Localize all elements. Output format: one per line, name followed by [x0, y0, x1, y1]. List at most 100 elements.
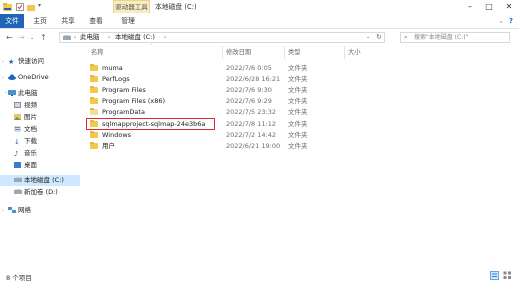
search-icon: ⌕: [404, 33, 408, 41]
nav-label: 音乐: [24, 149, 37, 157]
status-bar: 8 个项目: [0, 270, 519, 285]
search-input[interactable]: ⌕ 搜索"本地磁盘 (C:)": [400, 32, 510, 43]
file-date: 2022/7/5 23:32: [226, 108, 276, 116]
tab-file[interactable]: 文件: [0, 14, 24, 28]
column-header-date[interactable]: 修改日期: [226, 48, 251, 58]
tab-view[interactable]: 查看: [86, 14, 106, 28]
file-name: muma: [102, 64, 123, 72]
file-date: 2022/7/6 9:30: [226, 86, 272, 94]
address-row: ← → ⌄ ↑ › 此电脑 › 本地磁盘 (C:) › ⌄ ↻ ⌕ 搜索"本地磁…: [0, 29, 519, 45]
tab-home[interactable]: 主页: [30, 14, 50, 28]
folder-icon: [90, 74, 98, 82]
new-folder-icon[interactable]: [27, 3, 35, 11]
table-row[interactable]: Program Files 2022/7/6 9:30 文件夹: [88, 85, 388, 95]
nav-downloads[interactable]: ↓ 下载: [14, 136, 37, 147]
nav-label: 网络: [18, 206, 31, 214]
file-type: 文件夹: [288, 120, 308, 128]
breadcrumb-local-disk[interactable]: 本地磁盘 (C:): [115, 33, 155, 42]
file-name: Program Files (x86): [102, 97, 166, 105]
up-icon[interactable]: ↑: [40, 33, 47, 42]
address-bar[interactable]: › 此电脑 › 本地磁盘 (C:) › ⌄ ↻: [59, 32, 385, 43]
table-row[interactable]: 用户 2022/6/21 19:00 文件夹: [88, 141, 388, 151]
breadcrumb-chevron-icon[interactable]: ›: [74, 33, 76, 42]
nav-documents[interactable]: 文档: [14, 124, 37, 135]
file-type: 文件夹: [288, 64, 308, 72]
nav-pictures[interactable]: 图片: [14, 112, 37, 123]
help-icon[interactable]: ?: [507, 14, 515, 28]
table-row[interactable]: Windows 2022/7/2 14:42 文件夹: [88, 130, 388, 140]
file-name: PerfLogs: [102, 75, 130, 83]
documents-icon: [14, 125, 21, 132]
folder-icon: [90, 130, 98, 138]
nav-videos[interactable]: 视频: [14, 100, 37, 111]
item-count: 8 个项目: [6, 274, 32, 282]
nav-label: 视频: [24, 101, 37, 109]
cloud-icon: [8, 73, 16, 80]
column-header-name[interactable]: 名称: [91, 48, 104, 58]
nav-onedrive[interactable]: › OneDrive: [2, 72, 49, 83]
download-icon: ↓: [14, 138, 20, 146]
large-icons-view-icon[interactable]: [503, 271, 512, 282]
file-type: 文件夹: [288, 97, 308, 105]
table-row[interactable]: muma 2022/7/6 0:05 文件夹: [88, 63, 388, 73]
file-name: ProgramData: [102, 108, 145, 116]
search-placeholder: 搜索"本地磁盘 (C:)": [414, 34, 469, 41]
folder-icon: [90, 63, 98, 71]
file-date: 2022/6/28 16:21: [226, 75, 281, 83]
nav-local-disk-c[interactable]: 本地磁盘 (C:): [14, 175, 64, 186]
file-type: 文件夹: [288, 131, 308, 139]
video-icon: [14, 101, 21, 108]
tab-manage[interactable]: 管理: [118, 14, 138, 28]
minimize-button[interactable]: –: [461, 0, 479, 14]
column-header-type[interactable]: 类型: [288, 48, 301, 58]
expand-ribbon-icon[interactable]: ⌄: [497, 14, 505, 28]
column-divider[interactable]: [344, 46, 345, 59]
close-button[interactable]: ✕: [500, 0, 518, 14]
table-row[interactable]: Program Files (x86) 2022/7/6 9:29 文件夹: [88, 96, 388, 106]
nav-label: 本地磁盘 (C:): [24, 176, 64, 184]
nav-music[interactable]: ♪ 音乐: [14, 148, 37, 159]
highlight-box: [86, 118, 215, 130]
forward-icon[interactable]: →: [18, 33, 25, 42]
recent-locations-icon[interactable]: ⌄: [30, 35, 34, 41]
address-dropdown-icon[interactable]: ⌄: [366, 33, 370, 42]
table-row[interactable]: PerfLogs 2022/6/28 16:21 文件夹: [88, 74, 388, 84]
refresh-icon[interactable]: ↻: [376, 33, 382, 42]
file-date: 2022/7/2 14:42: [226, 131, 276, 139]
maximize-button[interactable]: □: [480, 0, 498, 14]
nav-quick-access[interactable]: › ★ 快速访问: [2, 56, 44, 67]
back-icon[interactable]: ←: [6, 33, 13, 42]
details-view-icon[interactable]: [490, 271, 499, 282]
folder-icon: [90, 141, 98, 149]
nav-label: 桌面: [24, 161, 37, 169]
properties-icon[interactable]: [16, 3, 24, 11]
nav-label: 文档: [24, 125, 37, 133]
folder-icon: [90, 96, 98, 104]
nav-label: 下载: [24, 137, 37, 145]
column-divider[interactable]: [284, 46, 285, 59]
column-divider[interactable]: [222, 46, 223, 59]
nav-desktop[interactable]: 桌面: [14, 160, 37, 171]
customize-toolbar-icon[interactable]: ▾: [38, 2, 46, 10]
nav-network[interactable]: › 网络: [2, 205, 31, 216]
breadcrumb-chevron-icon[interactable]: ›: [164, 33, 166, 42]
breadcrumb-this-pc[interactable]: 此电脑: [80, 33, 100, 42]
sort-indicator-icon: ˄: [150, 44, 153, 50]
drive-icon: [14, 176, 22, 182]
breadcrumb-chevron-icon[interactable]: ›: [108, 33, 110, 42]
nav-this-pc[interactable]: › 此电脑: [2, 88, 38, 99]
ribbon-tabs: 文件 主页 共享 查看 管理 ⌄ ?: [0, 14, 519, 29]
file-date: 2022/6/21 19:00: [226, 142, 281, 150]
file-type: 文件夹: [288, 86, 308, 94]
nav-label: 此电脑: [18, 89, 38, 97]
drive-icon: [63, 34, 71, 43]
tab-share[interactable]: 共享: [58, 14, 78, 28]
nav-new-volume-d[interactable]: 新加卷 (D:): [14, 187, 58, 198]
collapse-icon[interactable]: ›: [0, 92, 11, 98]
explorer-icon[interactable]: [3, 3, 12, 11]
nav-label: OneDrive: [18, 73, 49, 81]
pictures-icon: [14, 113, 21, 120]
column-header-size[interactable]: 大小: [348, 48, 361, 58]
table-row[interactable]: ProgramData 2022/7/5 23:32 文件夹: [88, 107, 388, 117]
file-name: 用户: [102, 142, 115, 150]
